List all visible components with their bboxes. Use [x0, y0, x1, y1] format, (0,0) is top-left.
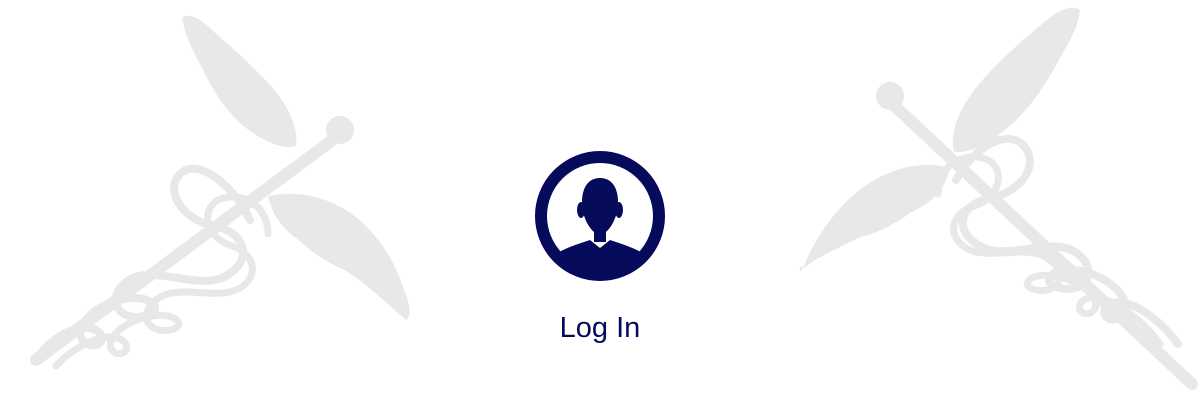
login-button[interactable]: Log In: [500, 148, 700, 358]
user-avatar-icon[interactable]: [532, 148, 668, 284]
login-page: Log In: [0, 0, 1200, 400]
caduceus-icon: [780, 0, 1200, 400]
caduceus-icon: [0, 0, 420, 400]
login-label[interactable]: Log In: [500, 311, 700, 345]
